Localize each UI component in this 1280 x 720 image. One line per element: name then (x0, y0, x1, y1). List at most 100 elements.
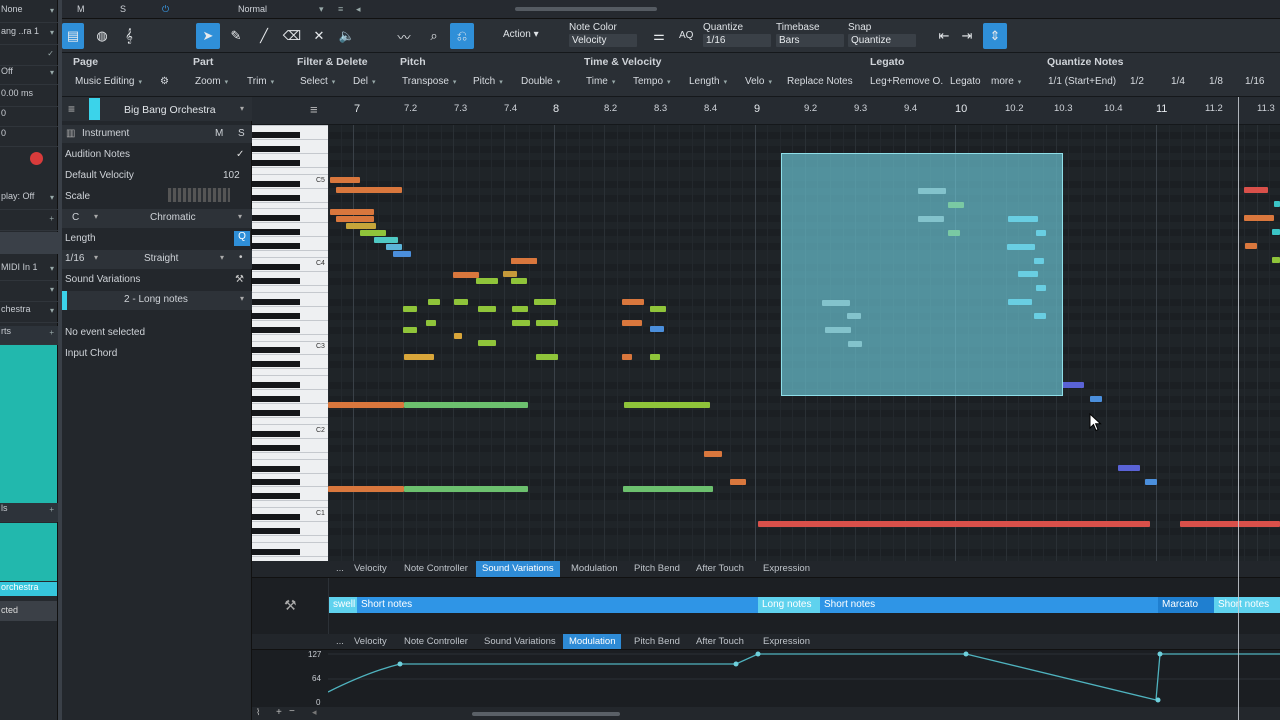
midi-note[interactable] (1244, 187, 1268, 193)
drum-editor-icon[interactable]: ◍ (90, 23, 114, 49)
ruler-menu-icon[interactable]: ≡ (310, 102, 318, 117)
tab-more[interactable]: ... (330, 634, 350, 650)
curve-tool-icon[interactable]: 〰 (392, 23, 416, 49)
piano-black-key[interactable] (252, 514, 300, 521)
timeline-ruler[interactable]: ≡ 7 7.2 7.3 7.4 8 8.2 8.3 8.4 9 9.2 9.3 … (252, 97, 1280, 125)
variation-marcato[interactable]: Marcato (1158, 597, 1214, 613)
chevron-down-icon[interactable]: ▾ (240, 104, 244, 113)
tab-sound-variations[interactable]: Sound Variations (476, 561, 560, 577)
menu-icon[interactable]: ≡ (68, 102, 75, 116)
midi-note[interactable] (512, 320, 530, 326)
double-button[interactable]: Double ▾ (521, 76, 560, 87)
tempo-button[interactable]: Tempo ▾ (633, 76, 671, 87)
midi-note[interactable] (650, 326, 664, 332)
modulation-curve[interactable] (328, 650, 1280, 708)
leg-remove-overlap-button[interactable]: Leg+Remove O. (870, 76, 943, 87)
score-clef-icon[interactable]: 𝄞 (117, 23, 141, 49)
midi-note[interactable] (454, 333, 462, 339)
zoom-fit-icon[interactable]: ⇕ (983, 23, 1007, 49)
midi-note[interactable] (454, 299, 468, 305)
auto-quantize-button[interactable]: AQ (679, 30, 693, 41)
mute-button[interactable]: M (77, 4, 85, 14)
solo-button[interactable]: S (120, 4, 126, 14)
piano-black-key[interactable] (252, 444, 300, 451)
arrow-left-icon[interactable]: ◂ (312, 707, 317, 718)
audition-notes-row[interactable]: Audition Notes ✓ (62, 149, 252, 160)
tab-pitch-bend[interactable]: Pitch Bend (628, 634, 686, 650)
midi-note[interactable] (1274, 201, 1280, 207)
modulation-lane[interactable]: 127 64 0 (252, 649, 1280, 707)
chevron-down-icon[interactable]: ▾ (94, 253, 98, 262)
delete-button[interactable]: Del ▾ (353, 76, 376, 87)
piano-black-key[interactable] (252, 312, 300, 319)
midi-note[interactable] (346, 223, 376, 229)
midi-note[interactable] (1245, 243, 1257, 249)
midi-note[interactable] (403, 327, 417, 333)
tab-modulation[interactable]: Modulation (563, 634, 622, 650)
length-button[interactable]: Length ▾ (689, 76, 727, 87)
record-arm-icon[interactable] (30, 152, 43, 165)
midi-note[interactable] (476, 278, 498, 284)
piano-black-key[interactable] (252, 180, 300, 187)
midi-note[interactable] (404, 402, 528, 408)
piano-black-key[interactable] (252, 264, 300, 270)
left-row[interactable]: 0.00 ms (0, 88, 58, 107)
zoom-tool-icon[interactable]: ⌕ (422, 23, 446, 49)
left-row[interactable]: chestra ▾ (0, 304, 58, 323)
left-row[interactable]: ▾ (0, 283, 58, 302)
action-menu[interactable]: Action ▾ (503, 29, 539, 40)
midi-note[interactable] (336, 216, 374, 222)
quantize-start-end-button[interactable]: 1/1 (Start+End) (1048, 76, 1116, 87)
piano-black-key[interactable] (252, 298, 300, 305)
midi-note[interactable] (336, 187, 402, 193)
mute-button[interactable]: M (215, 128, 223, 139)
midi-note[interactable] (730, 479, 746, 485)
solo-button[interactable]: S (238, 128, 245, 139)
piano-black-key[interactable] (252, 479, 300, 486)
sound-variations-lane[interactable]: ⚒ swell Short notes Long notes Short not… (252, 577, 1280, 635)
midi-note[interactable] (622, 354, 632, 360)
midi-note[interactable] (1244, 215, 1274, 221)
listen-tool-icon[interactable]: 🔈 (335, 23, 359, 49)
piano-black-key[interactable] (252, 493, 300, 500)
curve-icon[interactable]: ⌇ (256, 707, 260, 718)
midi-note[interactable] (758, 521, 1150, 527)
scale-type-select[interactable]: Chromatic (150, 212, 196, 223)
left-row[interactable]: Off ▾ (0, 66, 58, 85)
piano-black-key[interactable] (252, 194, 300, 201)
add-lane-icon[interactable]: + (276, 707, 282, 718)
quantize-half-button[interactable]: 1/2 (1130, 76, 1144, 87)
left-row[interactable]: + (0, 212, 58, 231)
midi-note[interactable] (623, 486, 713, 492)
legato-button[interactable]: Legato (950, 76, 981, 87)
midi-note[interactable] (1118, 465, 1140, 471)
piano-black-key[interactable] (252, 229, 300, 236)
piano-black-key[interactable] (252, 159, 300, 166)
pitch-button[interactable]: Pitch ▾ (473, 76, 503, 87)
paint-tool-icon[interactable]: ╱ (252, 23, 276, 49)
wrench-icon[interactable]: ⚒ (284, 597, 297, 614)
note-color-select[interactable]: Note Color Velocity (569, 22, 637, 47)
piano-black-key[interactable] (252, 361, 300, 368)
left-row[interactable]: None ▾ (0, 4, 58, 23)
timebase-select[interactable]: Timebase Bars (776, 22, 844, 47)
left-row[interactable]: ✓ (0, 47, 58, 66)
midi-note[interactable] (426, 320, 436, 326)
left-row[interactable]: play: Off ▾ (0, 191, 58, 210)
midi-note[interactable] (1180, 521, 1280, 527)
variation-swell[interactable]: swell (329, 597, 357, 613)
zoom-button[interactable]: Zoom ▾ (195, 76, 228, 87)
follow-icon[interactable]: ⎌ (450, 23, 474, 49)
horizontal-scrollbar[interactable] (472, 712, 620, 716)
remove-lane-icon[interactable]: − (289, 706, 295, 717)
midi-note[interactable] (330, 177, 360, 183)
eraser-tool-icon[interactable]: ⌫ (280, 23, 304, 49)
check-icon[interactable]: ✓ (236, 149, 244, 160)
tab-note-controller[interactable]: Note Controller (398, 634, 474, 650)
midi-note[interactable] (536, 354, 558, 360)
tab-velocity[interactable]: Velocity (348, 561, 393, 577)
chevron-down-icon[interactable]: ▾ (238, 212, 242, 221)
piano-black-key[interactable] (252, 277, 300, 284)
chevron-down-icon[interactable]: ▾ (220, 253, 224, 262)
midi-note[interactable] (624, 402, 710, 408)
